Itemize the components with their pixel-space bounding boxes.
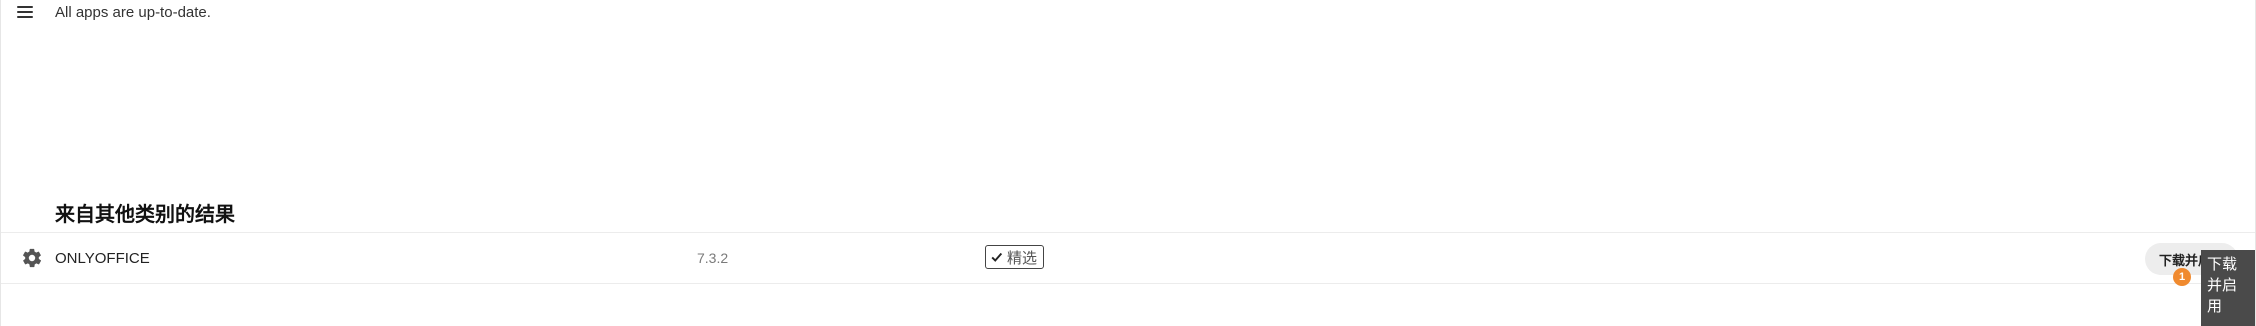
top-bar: All apps are up-to-date. — [1, 0, 2255, 24]
app-store-page: All apps are up-to-date. 来自其他类别的结果 ONLYO… — [0, 0, 2256, 326]
gear-icon — [23, 248, 42, 268]
featured-badge: 精选 — [985, 245, 1045, 269]
update-status-text: All apps are up-to-date. — [55, 4, 211, 21]
app-row: ONLYOFFICE 7.3.2 精选 下载并启用 — [1, 232, 2255, 284]
hamburger-menu-icon[interactable] — [17, 4, 35, 18]
section-title: 来自其他类别的结果 — [55, 202, 235, 226]
app-name[interactable]: ONLYOFFICE — [55, 250, 150, 267]
notification-badge: 1 — [2173, 268, 2191, 286]
featured-badge-label: 精选 — [1007, 249, 1038, 267]
check-icon — [991, 252, 1003, 262]
app-version: 7.3.2 — [697, 250, 729, 266]
button-tooltip: 下载并启用 — [2201, 250, 2255, 326]
